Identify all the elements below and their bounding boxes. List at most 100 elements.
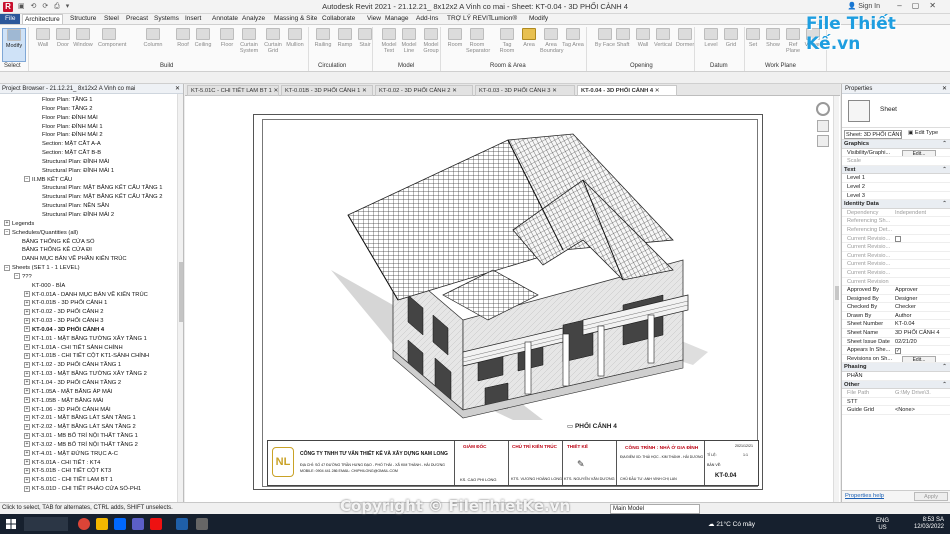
canvas-scrollbar[interactable]	[833, 96, 839, 502]
panel-room-area[interactable]: Room & Area	[490, 63, 526, 69]
property-row[interactable]: Guide Grid <None>	[842, 406, 950, 415]
browser-item[interactable]: + KT-1.05B - MẶT BẰNG MÁI	[0, 397, 183, 406]
collapse-icon[interactable]: −	[24, 176, 30, 183]
property-row[interactable]: Current Revisio...	[842, 243, 950, 252]
close-icon[interactable]: ✕	[653, 88, 660, 94]
zalo-icon[interactable]	[114, 518, 126, 530]
ribbon-window-button[interactable]: Window	[72, 28, 94, 62]
collapse-icon[interactable]: ⌃	[942, 363, 947, 372]
browser-item[interactable]: Section: MẶT CẮT A-A	[0, 140, 183, 149]
drawing-canvas[interactable]: ▭ PHỐI CẢNH 4 NL CÔNG TY TNHH TƯ VẤN THI…	[185, 96, 840, 502]
expand-icon[interactable]: +	[24, 450, 30, 457]
browser-item[interactable]: KT-000 - BÌA	[0, 282, 183, 291]
expand-icon[interactable]: +	[24, 291, 30, 298]
close-icon[interactable]: ✕	[360, 88, 367, 94]
property-row[interactable]: Current Revisio...	[842, 269, 950, 278]
properties-help-link[interactable]: Properties help	[845, 493, 884, 499]
browser-item[interactable]: + Legends	[0, 220, 183, 229]
tab-steel[interactable]: Steel	[102, 14, 121, 24]
property-value[interactable]: Designer	[895, 295, 949, 303]
browser-item[interactable]: − Schedules/Quantities (all)	[0, 229, 183, 238]
tab-modify[interactable]: Modify	[527, 14, 550, 24]
expand-icon[interactable]: +	[24, 352, 30, 359]
tab-analyze[interactable]: Analyze	[240, 14, 267, 24]
ribbon-wall-button[interactable]: Wall	[32, 28, 54, 62]
panel-opening[interactable]: Opening	[630, 63, 653, 69]
collapse-icon[interactable]: −	[4, 229, 10, 236]
ribbon-modify-button[interactable]: Modify	[2, 28, 26, 62]
browser-item[interactable]: + KT-0.03 - 3D PHỐI CẢNH 3	[0, 317, 183, 326]
expand-icon[interactable]: +	[24, 459, 30, 466]
expand-icon[interactable]: +	[4, 220, 10, 227]
taskbar-search[interactable]	[24, 517, 68, 531]
acrobat-icon[interactable]	[150, 518, 162, 530]
expand-icon[interactable]: +	[24, 432, 30, 439]
browser-item[interactable]: Structural Plan: MẶT BẰNG KẾT CẤU TẦNG 2	[0, 193, 183, 202]
property-row[interactable]: Appears In She... ✓	[842, 346, 950, 355]
browser-item[interactable]: + KT-3.01 - MB BỐ TRÍ NỘI THẤT TẦNG 1	[0, 432, 183, 441]
ribbon-room-separator-button[interactable]: Room Separator	[466, 28, 490, 62]
collapse-icon[interactable]: ⌃	[942, 140, 947, 149]
property-checkbox[interactable]	[895, 236, 901, 243]
ribbon-vertical-button[interactable]: Vertical	[652, 28, 674, 62]
browser-item[interactable]: + KT-1.04 - 3D PHỐI CẢNH TẦNG 2	[0, 379, 183, 388]
browser-item[interactable]: + KT-4.01 - MẶT ĐỨNG TRỤC A-C	[0, 450, 183, 459]
property-row[interactable]: Drawn By Author	[842, 312, 950, 321]
ribbon-curtain-system-button[interactable]: Curtain System	[238, 28, 260, 62]
ribbon-ceiling-button[interactable]: Ceiling	[192, 28, 214, 62]
property-row[interactable]: Designed By Designer	[842, 295, 950, 304]
ribbon-grid-button[interactable]: Grid	[720, 28, 742, 62]
ribbon-model-group-button[interactable]: Model Group	[420, 28, 442, 62]
property-row[interactable]: Referencing Sh...	[842, 217, 950, 226]
browser-item[interactable]: + KT-1.03 - MẶT BẰNG TƯỜNG XÂY TẦNG 2	[0, 370, 183, 379]
expand-icon[interactable]: +	[24, 423, 30, 430]
browser-item[interactable]: Structural Plan: ĐỈNH MÁI	[0, 158, 183, 167]
expand-icon[interactable]: +	[24, 406, 30, 412]
windows-start-icon[interactable]	[6, 519, 16, 529]
property-row[interactable]: Dependency Independent	[842, 209, 950, 218]
panel-work-plane[interactable]: Work Plane	[765, 63, 796, 69]
panel-model[interactable]: Model	[398, 63, 414, 69]
expand-icon[interactable]: +	[24, 344, 30, 351]
expand-icon[interactable]: +	[24, 361, 30, 368]
property-value[interactable]: Approver	[895, 286, 949, 294]
browser-item[interactable]: + KT-5.01C - CHI TIẾT LAM BT 1	[0, 476, 183, 485]
ribbon-set-button[interactable]: Set	[742, 28, 764, 62]
collapse-icon[interactable]: −	[14, 273, 20, 280]
property-row[interactable]: Scale	[842, 157, 950, 166]
clock[interactable]: 8:53 SA 12/03/2022	[914, 517, 944, 531]
zoom-icon[interactable]	[817, 120, 829, 132]
browser-item[interactable]: Floor Plan: ĐỈNH MÁI 2	[0, 131, 183, 140]
property-row[interactable]: Checked By Checker	[842, 303, 950, 312]
property-row[interactable]: Visibility/Graphi... Edit...	[842, 149, 950, 158]
property-edit-button[interactable]: Edit...	[902, 149, 936, 157]
property-group-header[interactable]: Text ⌃	[842, 165, 950, 175]
property-edit-button[interactable]: Edit...	[902, 355, 936, 363]
property-row[interactable]: Revisions on Sh... Edit...	[842, 355, 950, 364]
ribbon-level-button[interactable]: Level	[700, 28, 722, 62]
steering-wheel-icon[interactable]	[816, 102, 830, 116]
browser-item[interactable]: + KT-2.01 - MẶT BẰNG LÁT SÀN TẦNG 1	[0, 414, 183, 423]
language-indicator[interactable]: ENG US	[876, 518, 889, 532]
browser-scrollbar[interactable]	[177, 94, 183, 502]
ribbon-area-button[interactable]: Area	[518, 28, 540, 62]
close-icon[interactable]: ✕	[451, 88, 457, 94]
property-group-header[interactable]: Other ⌃	[842, 380, 950, 390]
ribbon-ref-plane-button[interactable]: Ref Plane	[782, 28, 804, 62]
property-row[interactable]: Approved By Approver	[842, 286, 950, 295]
chrome-icon[interactable]	[78, 518, 90, 530]
browser-item[interactable]: − Sheets (SET 1 - 1 LEVEL)	[0, 264, 183, 273]
tab-collaborate[interactable]: Collaborate	[320, 14, 357, 24]
ribbon-railing-button[interactable]: Railing	[312, 28, 334, 62]
browser-item[interactable]: Floor Plan: ĐỈNH MÁI	[0, 114, 183, 123]
tab-tr-l-revit[interactable]: TRỢ LÝ REVIT	[445, 14, 494, 24]
browser-item[interactable]: + KT-5.01A - CHI TIẾT : KT4	[0, 459, 183, 468]
panel-circulation[interactable]: Circulation	[318, 63, 346, 69]
property-value[interactable]: <None>	[895, 406, 949, 414]
close-icon[interactable]: ✕	[175, 84, 180, 94]
ribbon-mullion-button[interactable]: Mullion	[284, 28, 306, 62]
folder-icon[interactable]	[196, 518, 208, 530]
property-value[interactable]: Author	[895, 312, 949, 320]
expand-icon[interactable]: +	[24, 467, 30, 474]
property-row[interactable]: Sheet Number KT-0.04	[842, 320, 950, 330]
